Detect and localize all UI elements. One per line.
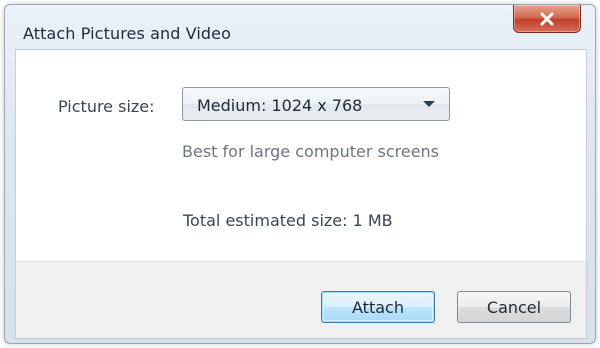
window-title: Attach Pictures and Video xyxy=(23,24,231,43)
total-size-text: Total estimated size: 1 MB xyxy=(183,211,393,230)
chevron-down-icon xyxy=(423,101,435,107)
cancel-button[interactable]: Cancel xyxy=(457,291,571,323)
dialog-window: Attach Pictures and Video Picture size: … xyxy=(4,4,596,344)
picture-size-label: Picture size: xyxy=(58,97,155,116)
dialog-content: Picture size: Medium: 1024 x 768 Best fo… xyxy=(15,49,587,262)
close-icon xyxy=(539,12,555,26)
picture-size-value: Medium: 1024 x 768 xyxy=(197,96,363,115)
picture-size-hint: Best for large computer screens xyxy=(182,142,440,161)
attach-button[interactable]: Attach xyxy=(321,291,435,323)
title-bar[interactable]: Attach Pictures and Video xyxy=(5,5,595,49)
picture-size-dropdown[interactable]: Medium: 1024 x 768 xyxy=(182,87,450,121)
button-bar: Attach Cancel xyxy=(15,261,587,339)
close-button[interactable] xyxy=(513,5,581,33)
